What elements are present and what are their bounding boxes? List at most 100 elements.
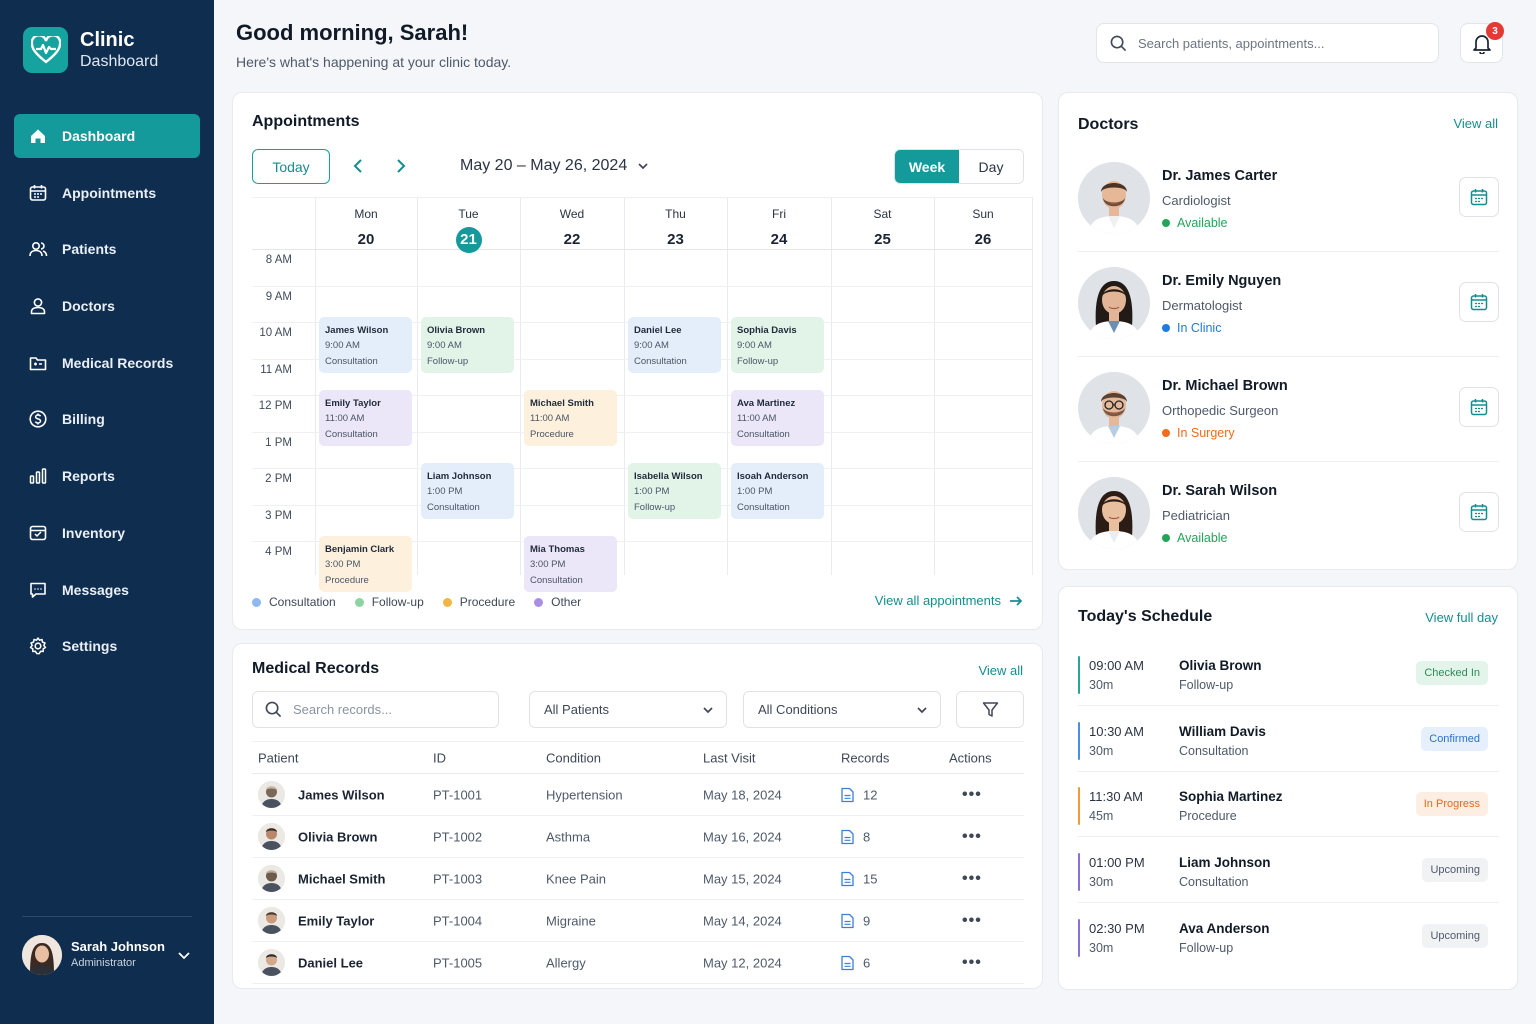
sidebar-item-medical-records[interactable]: Medical Records xyxy=(14,341,200,385)
schedule-item[interactable]: 10:30 AM 30m William Davis Consultation Conf… xyxy=(1078,721,1499,762)
date-range-selector[interactable]: May 20 – May 26, 2024 xyxy=(460,157,649,175)
records-count[interactable]: 8 xyxy=(841,829,870,844)
calendar-grid-line xyxy=(520,197,521,575)
sidebar-item-dashboard[interactable]: Dashboard xyxy=(14,114,200,158)
status-badge: Confirmed xyxy=(1421,726,1488,751)
patient-condition: Asthma xyxy=(546,829,591,844)
day-header[interactable]: Mon 20 xyxy=(316,207,416,253)
appointment-event[interactable]: Sophia Davis 9:00 AM Follow-up xyxy=(731,316,824,373)
sidebar-item-appointments[interactable]: Appointments xyxy=(14,171,200,215)
table-row[interactable]: Olivia Brown PT-1002 Asthma May 16, 2024 8 ••… xyxy=(252,816,1024,858)
avatar xyxy=(1078,477,1150,549)
sidebar-item-patients[interactable]: Patients xyxy=(14,227,200,271)
today-button[interactable]: Today xyxy=(252,149,330,184)
view-all-appointments-link[interactable]: View all appointments xyxy=(875,593,1023,608)
sidebar-item-reports[interactable]: Reports xyxy=(14,454,200,498)
notifications-button[interactable]: 3 xyxy=(1460,22,1504,63)
view-week-button[interactable]: Week xyxy=(895,150,959,183)
appointment-event[interactable]: Isoah Anderson 1:00 PM Consultation xyxy=(731,462,824,519)
schedule-item[interactable]: 11:30 AM 45m Sophia Martinez Procedure In Pr… xyxy=(1078,787,1499,827)
last-visit: May 14, 2024 xyxy=(703,913,782,928)
book-appointment-button[interactable] xyxy=(1459,282,1499,322)
doctor-name[interactable]: Dr. James Carter xyxy=(1162,168,1277,184)
appointment-event[interactable]: James Wilson 9:00 AM Consultation xyxy=(319,316,412,373)
box-icon xyxy=(29,525,47,541)
doctor-item[interactable]: Dr. Sarah Wilson Pediatrician Available xyxy=(1078,477,1499,566)
doctors-view-all-link[interactable]: View all xyxy=(1453,116,1498,131)
more-actions-icon[interactable]: ••• xyxy=(962,912,982,930)
chevron-left-icon[interactable] xyxy=(350,157,368,175)
conditions-filter-select[interactable]: All Conditions xyxy=(743,691,941,728)
day-header[interactable]: Tue 21 xyxy=(419,207,519,253)
records-view-all-link[interactable]: View all xyxy=(978,663,1023,678)
user-profile[interactable]: Sarah Johnson Administrator xyxy=(22,935,192,975)
appointment-event[interactable]: Ava Martinez 11:00 AM Consultation xyxy=(731,389,824,446)
doctor-name[interactable]: Dr. Emily Nguyen xyxy=(1162,273,1281,289)
records-count[interactable]: 15 xyxy=(841,871,877,886)
patient-name[interactable]: Olivia Brown xyxy=(298,829,377,844)
day-header[interactable]: Wed 22 xyxy=(522,207,622,253)
book-appointment-button[interactable] xyxy=(1459,177,1499,217)
sidebar-item-messages[interactable]: Messages xyxy=(14,568,200,612)
patient-name[interactable]: Daniel Lee xyxy=(298,955,363,970)
day-header[interactable]: Fri 24 xyxy=(729,207,829,253)
book-appointment-button[interactable] xyxy=(1459,387,1499,427)
legend-dot xyxy=(354,597,364,607)
appointment-event[interactable]: Liam Johnson 1:00 PM Consultation xyxy=(421,462,514,519)
doctor-item[interactable]: Dr. Michael Brown Orthopedic Surgeon In Su… xyxy=(1078,372,1499,461)
doctor-name[interactable]: Dr. Sarah Wilson xyxy=(1162,483,1277,499)
appointment-event[interactable]: Olivia Brown 9:00 AM Follow-up xyxy=(421,316,514,373)
records-count[interactable]: 12 xyxy=(841,787,877,802)
day-header[interactable]: Thu 23 xyxy=(626,207,726,253)
day-header[interactable]: Sat 25 xyxy=(833,207,933,253)
doctors-title: Doctors xyxy=(1078,116,1139,133)
patient-name[interactable]: James Wilson xyxy=(298,787,385,802)
more-actions-icon[interactable]: ••• xyxy=(962,828,982,846)
view-day-button[interactable]: Day xyxy=(959,150,1023,183)
table-row[interactable]: Michael Smith PT-1003 Knee Pain May 15, 202… xyxy=(252,858,1024,900)
records-count[interactable]: 6 xyxy=(841,955,870,970)
more-actions-icon[interactable]: ••• xyxy=(962,786,982,804)
sidebar-item-settings[interactable]: Settings xyxy=(14,624,200,668)
table-row[interactable]: James Wilson PT-1001 Hypertension May 18, 2… xyxy=(252,774,1024,816)
doctor-item[interactable]: Dr. James Carter Cardiologist Available xyxy=(1078,162,1499,251)
event-type: Follow-up xyxy=(634,501,676,513)
status-dot xyxy=(1162,219,1170,227)
global-search-input[interactable]: Search patients, appointments... xyxy=(1096,23,1439,63)
event-type: Follow-up xyxy=(427,355,469,367)
records-count[interactable]: 9 xyxy=(841,913,870,928)
patient-name[interactable]: Emily Taylor xyxy=(298,913,374,928)
appointment-event[interactable]: Isabella Wilson 1:00 PM Follow-up xyxy=(628,462,721,519)
chevron-down-icon xyxy=(703,706,713,713)
schedule-item[interactable]: 09:00 AM 30m Olivia Brown Follow-up Checked … xyxy=(1078,656,1499,696)
event-patient: James Wilson xyxy=(325,324,389,336)
chevron-down-icon[interactable] xyxy=(176,947,192,963)
table-row[interactable]: Daniel Lee PT-1005 Allergy May 12, 2024 6 ••• xyxy=(252,942,1024,984)
appointment-event[interactable]: Michael Smith 11:00 AM Procedure xyxy=(524,389,617,446)
chevron-right-icon[interactable] xyxy=(391,157,409,175)
patients-filter-select[interactable]: All Patients xyxy=(529,691,727,728)
appointment-event[interactable]: Emily Taylor 11:00 AM Consultation xyxy=(319,389,412,446)
book-appointment-button[interactable] xyxy=(1459,492,1499,532)
patient-name[interactable]: Michael Smith xyxy=(298,871,385,886)
sidebar-item-doctors[interactable]: Doctors xyxy=(14,284,200,328)
sidebar-item-inventory[interactable]: Inventory xyxy=(14,511,200,555)
sidebar-item-billing[interactable]: Billing xyxy=(14,397,200,441)
sidebar-item-label: Messages xyxy=(62,581,129,598)
appointment-event[interactable]: Mia Thomas 3:00 PM Consultation xyxy=(524,535,617,592)
doctor-status: Available xyxy=(1162,216,1228,230)
appointment-event[interactable]: Benjamin Clark 3:00 PM Procedure xyxy=(319,535,412,592)
more-actions-icon[interactable]: ••• xyxy=(962,954,982,972)
doctor-name[interactable]: Dr. Michael Brown xyxy=(1162,378,1288,394)
chevron-down-icon xyxy=(638,163,648,170)
appointment-event[interactable]: Daniel Lee 9:00 AM Consultation xyxy=(628,316,721,373)
filter-button[interactable] xyxy=(956,691,1024,728)
records-search-input[interactable]: Search records... xyxy=(252,691,499,728)
schedule-item[interactable]: 02:30 PM 30m Ava Anderson Follow-up Upcoming xyxy=(1078,918,1499,959)
schedule-item[interactable]: 01:00 PM 30m Liam Johnson Consultation Upcom… xyxy=(1078,853,1499,893)
table-row[interactable]: Emily Taylor PT-1004 Migraine May 14, 2024 9… xyxy=(252,900,1024,942)
doctor-item[interactable]: Dr. Emily Nguyen Dermatologist In Clinic xyxy=(1078,267,1499,356)
view-full-day-link[interactable]: View full day xyxy=(1425,610,1498,625)
day-header[interactable]: Sun 26 xyxy=(933,207,1033,253)
more-actions-icon[interactable]: ••• xyxy=(962,870,982,888)
